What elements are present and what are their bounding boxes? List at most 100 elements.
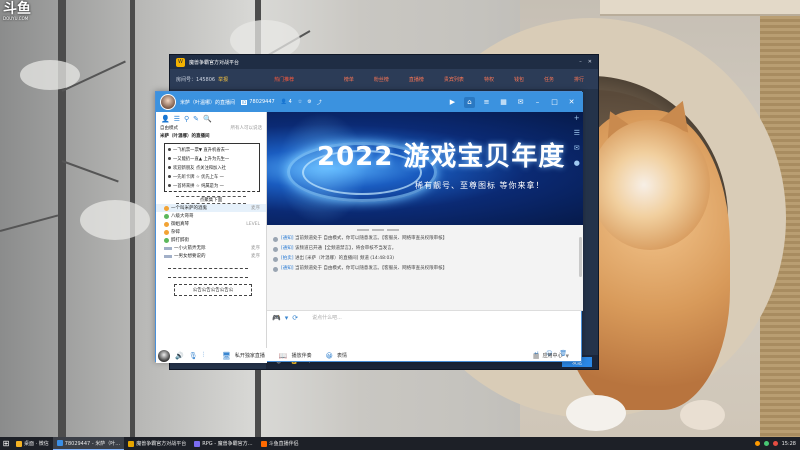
edit-icon[interactable]: ✎ (193, 115, 199, 123)
member-item[interactable]: 御姐真琴 LEVEL (156, 220, 266, 228)
member-item[interactable]: 八级大哥哥 (156, 212, 266, 220)
tab-indicator[interactable] (372, 228, 384, 231)
online-count-value: 4 (288, 99, 292, 105)
list-icon[interactable]: ☰ (174, 115, 180, 123)
tab-indicator[interactable] (357, 228, 369, 231)
bullet-icon (168, 157, 171, 160)
tab-vip[interactable]: 贵宾列表 (444, 76, 464, 83)
list-item[interactable]: 一首将来拼 ☆ 纯属是为 一 (168, 181, 256, 190)
screen-icon[interactable]: 🖥 (222, 352, 231, 360)
chevron-down-icon[interactable]: ▾ (285, 314, 289, 322)
notice-icon (273, 257, 278, 262)
list-item[interactable]: 一飞机票一票▼ 直升机省去一 (168, 145, 256, 154)
member-name: 一个叫米萨的酒鬼 (171, 206, 207, 211)
chat-area[interactable]: [通知] 当前频道处于 自由模式，你可以随意发言。【客服员、网络审查员权限审核】… (267, 225, 583, 311)
promo-banner[interactable]: 2022 游戏宝贝年度 稀有靓号、至尊图标 等你来拿！ + ☰ ✉ ● (267, 112, 583, 225)
window-titlebar[interactable]: W 魔兽争霸官方对战平台 – ✕ (170, 55, 598, 69)
room-tabs: 榜单 粉丝榜 直播榜 贵宾列表 特权 钱包 任务 排行 (344, 76, 598, 83)
location-icon[interactable]: ⚲ (184, 115, 189, 123)
member-item[interactable]: 杂碎 (156, 228, 266, 236)
home-icon[interactable]: ⌂ (464, 96, 475, 108)
channel-id-value: 78029447 (249, 99, 275, 105)
my-avatar[interactable] (158, 349, 170, 362)
chat-input-bar: 🎮 ▾ ⟳ 说点什么吧... (267, 311, 583, 324)
message-prefix: [通知] (281, 246, 294, 251)
share-icon[interactable]: ⤴ (317, 99, 322, 106)
taskbar-item[interactable]: 魔兽争霸官方对战平台 (124, 437, 190, 450)
member-item[interactable]: 一个叫米萨的酒鬼 麦序 (156, 204, 266, 212)
watermark-logo: 斗鱼 (3, 1, 31, 17)
message-text: 该频道已开通【全频道禁言】，将会审核不当发言。 (294, 246, 397, 251)
plus-icon[interactable]: + (574, 114, 580, 122)
clock[interactable]: 15:28 (782, 441, 796, 447)
video-icon[interactable]: ▶ (447, 97, 458, 108)
user-icon[interactable]: 👤 (161, 115, 170, 123)
room-header[interactable]: 米萨（叶温哪）的直播间 ID 78029447 👤 4 ☆ ⚙ ⤴ ▶ ⌂ ≡ … (156, 92, 583, 112)
tab-tasks[interactable]: 任务 (544, 76, 554, 83)
maximize-icon[interactable]: □ (549, 97, 560, 108)
taskbar-item[interactable]: 斗鱼直播伴侣 (257, 437, 303, 450)
hot-recommend[interactable]: 热门推荐 (274, 76, 294, 83)
report-link[interactable]: 举报 (218, 77, 228, 83)
divider (168, 269, 248, 278)
chat-message: [通知] 该频道已开通【全频道禁言】，将会审核不当发言。 (267, 244, 583, 254)
emoji-icon[interactable]: 😀 (326, 352, 333, 360)
chat-icon[interactable]: ✉ (574, 144, 580, 152)
chat-input[interactable]: 说点什么吧... (312, 314, 342, 321)
mode-sub: 所有人可以说话 (230, 126, 263, 131)
mic-icon[interactable]: 🎙 (189, 352, 198, 360)
tab-ranking[interactable]: 排行 (574, 76, 584, 83)
member-item[interactable]: 醉打醉街 (156, 236, 266, 244)
search-icon[interactable]: 🔍 (203, 115, 212, 123)
minimize-icon[interactable]: – (532, 97, 543, 108)
mail-icon[interactable]: ✉ (515, 97, 526, 108)
favorite-icon[interactable]: ☆ (298, 99, 302, 106)
list-item[interactable]: 欢迎新朋友 点关注和加入社 (168, 163, 256, 172)
status-icon (164, 213, 169, 219)
close-icon[interactable]: ✕ (588, 59, 592, 65)
close-icon[interactable]: ✕ (566, 97, 577, 108)
tab-indicator[interactable] (387, 228, 399, 231)
channel-title[interactable]: 米萨（叶温哪）的直播间 (156, 133, 266, 141)
private-live-label[interactable]: 私开独家直播 (235, 352, 265, 359)
tray-icon[interactable] (763, 441, 769, 446)
tab-live[interactable]: 直播榜 (409, 76, 424, 83)
taskbar-item[interactable]: 桌面 · 微信 (12, 437, 53, 450)
chat-scrollbar[interactable] (579, 237, 582, 277)
menu-icon[interactable]: ≡ (481, 97, 492, 108)
music-icon[interactable]: 📖 (279, 352, 288, 360)
gamepad-icon[interactable]: 🎮 (272, 314, 281, 322)
tab-rank[interactable]: 榜单 (344, 76, 354, 83)
member-item[interactable]: 一男女想要说的 麦序 (156, 252, 266, 260)
list-item[interactable]: 一又能扔一直▲ 上升为先生一 (168, 154, 256, 163)
chat-message: [通知] 当前频道处于 自由模式，你可以随意发言。【客服员、网络审查员权限审核】 (267, 264, 583, 274)
taskbar-item[interactable]: RPG - 魔兽争霸官方… (190, 437, 256, 450)
start-icon[interactable]: ⊞ (0, 437, 12, 450)
announcement-box[interactable]: 公告公告公告公告公 (174, 284, 252, 296)
streamer-avatar[interactable] (160, 94, 176, 110)
chevron-down-icon: ▾ (565, 351, 569, 360)
app-center[interactable]: ▦ 应用中心 ▾ (533, 352, 583, 360)
shelf (600, 0, 800, 16)
status-icon (164, 237, 169, 243)
tray-icon[interactable] (754, 441, 760, 446)
refresh-icon[interactable]: ⟳ (292, 314, 298, 322)
list-item[interactable]: 一先听卡牌 ☆ 优先上车 一 (168, 172, 256, 181)
tab-fans[interactable]: 粉丝榜 (374, 76, 389, 83)
list-icon[interactable]: ☰ (574, 129, 580, 137)
speaker-icon[interactable]: 🔊 (175, 352, 184, 360)
taskbar-item[interactable]: 78029447 - 米萨（叶… (52, 437, 125, 450)
voice-room-window[interactable]: 米萨（叶温哪）的直播间 ID 78029447 👤 4 ☆ ⚙ ⤴ ▶ ⌂ ≡ … (155, 91, 583, 363)
tab-wallet[interactable]: 钱包 (514, 76, 524, 83)
minimize-icon[interactable]: – (579, 59, 582, 65)
equalizer-icon[interactable]: ⫶ (203, 351, 205, 360)
play-music-label[interactable]: 播放伴奏 (292, 352, 312, 359)
mic-icon[interactable]: ● (574, 159, 580, 167)
more-link[interactable]: 点聚集下面 (176, 196, 246, 204)
settings-icon[interactable]: ⚙ (307, 99, 311, 106)
emoji-label[interactable]: 表情 (337, 352, 347, 359)
tray-icon[interactable] (772, 441, 778, 446)
member-item[interactable]: 一小火箭弄无际 麦序 (156, 244, 266, 252)
tab-privilege[interactable]: 特权 (484, 76, 494, 83)
grid-icon[interactable]: ▦ (498, 97, 509, 108)
